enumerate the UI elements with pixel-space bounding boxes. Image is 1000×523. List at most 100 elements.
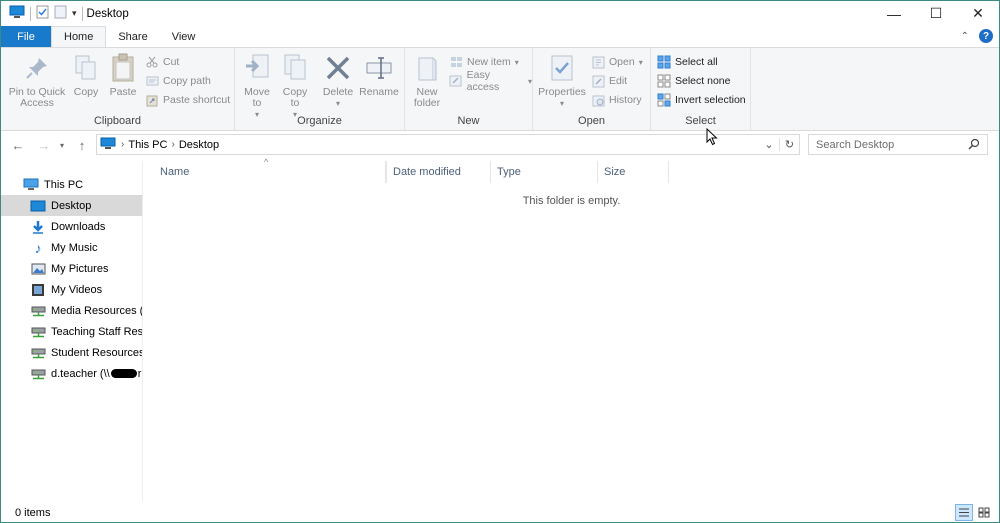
search-icon[interactable]: [968, 138, 980, 153]
network-drive-icon: [30, 366, 46, 382]
edit-button[interactable]: Edit: [591, 72, 627, 90]
tab-file[interactable]: File: [1, 26, 51, 48]
breadcrumb-desktop[interactable]: Desktop: [179, 139, 219, 151]
music-note-icon: ♪: [34, 239, 42, 256]
computer-icon: [23, 177, 39, 193]
paste-button[interactable]: Paste: [107, 52, 139, 98]
copy-to-button[interactable]: Copy to ▾: [279, 52, 311, 120]
breadcrumb-this-pc[interactable]: This PC: [128, 139, 167, 151]
nav-item-my-pictures[interactable]: My Pictures: [1, 258, 142, 279]
delete-button[interactable]: Delete ▾: [321, 52, 355, 109]
history-button[interactable]: History: [591, 91, 642, 109]
ribbon: Pin to Quick Access Copy Paste Cut Copy …: [1, 47, 999, 131]
item-count: 0 items: [15, 507, 51, 519]
nav-item-my-music[interactable]: ♪ My Music: [1, 237, 142, 258]
redacted-tail: r: [137, 367, 142, 380]
collapse-ribbon-icon[interactable]: ⌃: [961, 31, 969, 42]
help-icon[interactable]: ?: [979, 29, 993, 43]
breadcrumb-separator-icon: ›: [171, 139, 175, 150]
network-drive-icon: [30, 324, 46, 340]
nav-item-student-resources[interactable]: Student Resources (: [1, 342, 142, 363]
column-header-name[interactable]: Name: [154, 161, 386, 183]
search-box[interactable]: [808, 134, 988, 155]
qat-dropdown-icon[interactable]: ▾: [72, 8, 77, 19]
address-dropdown-icon[interactable]: ⌄: [759, 138, 779, 151]
explorer-icon[interactable]: [9, 5, 25, 22]
easy-access-button[interactable]: Easy access ▾: [449, 69, 532, 93]
navigation-pane: This PC Desktop Downloads ♪ My Music My …: [1, 161, 143, 501]
column-header-date-modified[interactable]: Date modified: [386, 161, 491, 183]
recent-locations-button[interactable]: ▾: [55, 134, 69, 156]
tab-home[interactable]: Home: [51, 26, 107, 48]
nav-item-media-resources[interactable]: Media Resources (J:: [1, 300, 142, 321]
column-header-size[interactable]: Size: [598, 161, 669, 183]
network-drive-icon: [30, 345, 46, 361]
minimize-button[interactable]: —: [873, 1, 915, 26]
properties-qat-icon[interactable]: [36, 5, 49, 22]
nav-item-teaching-staff-resources[interactable]: Teaching Staff Reso: [1, 321, 142, 342]
select-all-icon: [657, 55, 671, 69]
quick-access-toolbar: ▾: [1, 5, 83, 22]
nav-item-d-teacher[interactable]: d.teacher (\\ r: [1, 363, 142, 384]
address-row: ← → ▾ ↑ › This PC › Desktop ⌄ ↻: [1, 132, 999, 158]
nav-item-this-pc[interactable]: This PC: [1, 174, 142, 195]
refresh-icon[interactable]: ↻: [779, 138, 799, 151]
organize-group: Move to ▾ Copy to ▾ Delete ▾ Rename Orga…: [235, 48, 405, 130]
pin-to-quick-access-button[interactable]: Pin to Quick Access: [7, 52, 67, 109]
move-to-button[interactable]: Move to ▾: [241, 52, 273, 120]
details-view-button[interactable]: [955, 504, 973, 521]
breadcrumb-separator-icon: ›: [121, 139, 125, 150]
large-icons-view-button[interactable]: [975, 504, 993, 521]
new-group-label: New: [457, 115, 480, 127]
paste-shortcut-icon: [146, 95, 158, 106]
select-all-button[interactable]: Select all: [657, 53, 718, 71]
new-folder-button[interactable]: New folder: [411, 52, 443, 109]
pictures-icon: [30, 261, 46, 277]
copy-to-icon: [284, 54, 306, 80]
rename-button[interactable]: Rename: [359, 52, 399, 98]
network-drive-icon: [30, 303, 46, 319]
properties-icon: [551, 55, 573, 81]
copy-button[interactable]: Copy: [71, 52, 101, 98]
details-view-icon: [959, 508, 969, 517]
select-none-button[interactable]: Select none: [657, 72, 730, 90]
nav-item-downloads[interactable]: Downloads: [1, 216, 142, 237]
open-dropdown-icon: ▾: [638, 57, 643, 67]
explorer-window: ▾ Desktop — ☐ ✕ File Home Share View ⌃ ?…: [0, 0, 1000, 523]
chevron-down-icon: ▾: [59, 140, 64, 150]
select-none-icon: [657, 74, 671, 88]
large-icons-view-icon: [978, 507, 990, 518]
column-header-type[interactable]: Type: [491, 161, 598, 183]
nav-item-my-videos[interactable]: My Videos: [1, 279, 142, 300]
status-bar: 0 items: [1, 503, 999, 523]
invert-selection-icon: [657, 93, 671, 107]
forward-button[interactable]: →: [33, 134, 55, 156]
paste-shortcut-button[interactable]: Paste shortcut: [145, 91, 230, 109]
properties-dropdown-icon: ▾: [559, 99, 564, 108]
close-button[interactable]: ✕: [957, 1, 999, 26]
maximize-button[interactable]: ☐: [915, 1, 957, 26]
new-item-icon: [450, 57, 462, 67]
search-input[interactable]: [816, 138, 966, 151]
file-list: ^ Name Date modified Type Size This fold…: [144, 157, 999, 501]
window-title: Desktop: [86, 7, 129, 20]
copy-icon: [75, 55, 96, 80]
copy-path-button[interactable]: Copy path: [145, 72, 211, 90]
this-pc-icon: [100, 137, 116, 153]
up-button[interactable]: ↑: [71, 134, 93, 156]
open-group: Properties ▾ Open ▾ Edit History Open: [533, 48, 651, 130]
new-folder-qat-icon[interactable]: [54, 5, 67, 22]
rename-icon: [366, 57, 392, 79]
tab-view[interactable]: View: [160, 26, 208, 48]
open-button[interactable]: Open ▾: [591, 53, 643, 71]
properties-button[interactable]: Properties ▾: [537, 52, 587, 109]
select-group-label: Select: [685, 115, 716, 127]
clipboard-group-label: Clipboard: [93, 115, 142, 127]
back-button[interactable]: ←: [7, 134, 29, 156]
nav-item-desktop[interactable]: Desktop: [1, 195, 142, 216]
cut-button[interactable]: Cut: [145, 53, 179, 71]
delete-icon: [326, 56, 350, 80]
address-bar[interactable]: › This PC › Desktop ⌄ ↻: [96, 134, 800, 155]
tab-share[interactable]: Share: [106, 26, 159, 48]
invert-selection-button[interactable]: Invert selection: [657, 91, 746, 109]
